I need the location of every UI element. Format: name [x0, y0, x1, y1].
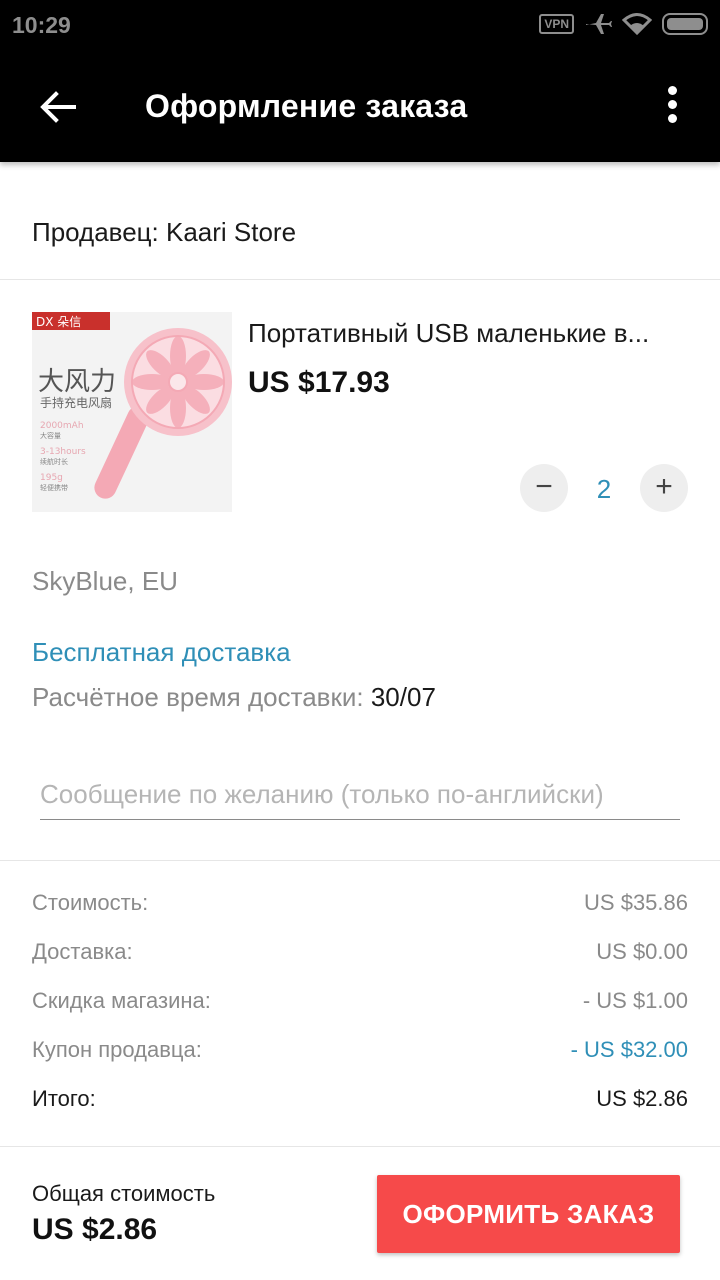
summary-coupon-label: Купон продавца: [32, 1037, 202, 1062]
back-button[interactable] [36, 85, 80, 129]
summary-row-coupon[interactable]: Купон продавца: - US $32.00 [32, 1037, 688, 1063]
image-spec3: 195g [40, 473, 63, 483]
image-spec1: 2000mAh [40, 421, 84, 431]
seller-message-input[interactable] [40, 770, 680, 820]
summary-row-store-discount: Скидка магазина: - US $1.00 [32, 988, 688, 1014]
summary-total-value: US $2.86 [596, 1086, 688, 1111]
page-title: Оформление заказа [145, 88, 468, 124]
delivery-estimate-label: Расчётное время доставки: [32, 682, 371, 712]
summary-cost-value: US $35.86 [584, 890, 688, 915]
more-vertical-icon [667, 86, 677, 95]
image-spec2: 3-13hours [40, 447, 86, 457]
summary-coupon-value[interactable]: - US $32.00 [571, 1037, 688, 1063]
summary-total-label: Итого: [32, 1086, 96, 1111]
quantity-increase-button[interactable]: + [640, 464, 688, 512]
brand-logo-text: DX 朵信 [36, 315, 81, 329]
summary-row-cost: Стоимость: US $35.86 [32, 890, 688, 916]
footer-total-label: Общая стоимость [32, 1181, 216, 1206]
status-bar: 10:29 VPN [0, 0, 720, 52]
summary-cost-label: Стоимость: [32, 890, 149, 915]
image-subtitle-text: 手持充电风扇 [40, 395, 112, 410]
summary-row-delivery: Доставка: US $0.00 [32, 939, 688, 965]
summary-store-discount-value: - US $1.00 [582, 988, 688, 1013]
svg-text:续航时长: 续航时长 [40, 457, 68, 466]
shipping-method-link[interactable]: Бесплатная доставка [32, 637, 291, 668]
product-name[interactable]: Портативный USB маленькие в... [248, 318, 688, 349]
quantity-decrease-button[interactable]: − [520, 464, 568, 512]
divider [0, 279, 720, 280]
app-bar: Оформление заказа [0, 52, 720, 162]
product-image[interactable]: DX 朵信 大风力 手持充电风扇 2000mAh 大容量 3-13hours 续… [32, 312, 232, 512]
summary-row-total: Итого: US $2.86 [32, 1086, 688, 1112]
product-price: US $17.93 [248, 366, 390, 399]
vpn-icon: VPN [539, 14, 574, 34]
summary-store-discount-label: Скидка магазина: [32, 988, 211, 1013]
airplane-icon [586, 14, 612, 34]
svg-text:大容量: 大容量 [40, 431, 61, 440]
delivery-estimate: Расчётное время доставки: 30/07 [32, 682, 436, 713]
svg-text:轻便携带: 轻便携带 [40, 483, 68, 492]
status-time: 10:29 [12, 12, 71, 38]
place-order-button[interactable]: ОФОРМИТЬ ЗАКАЗ [377, 1175, 680, 1253]
fan-product-picture: DX 朵信 大风力 手持充电风扇 2000mAh 大容量 3-13hours 续… [32, 312, 232, 512]
delivery-estimate-date: 30/07 [370, 682, 436, 712]
product-variant: SkyBlue, EU [32, 566, 178, 596]
summary-delivery-label: Доставка: [32, 939, 133, 964]
image-title-text: 大风力 [38, 367, 116, 397]
status-icons: VPN [539, 12, 708, 36]
summary-delivery-value: US $0.00 [596, 939, 688, 964]
quantity-value: 2 [596, 474, 612, 504]
checkout-footer: Общая стоимость US $2.86 ОФОРМИТЬ ЗАКАЗ [0, 1146, 720, 1280]
battery-icon [662, 13, 708, 35]
wifi-icon [622, 13, 652, 36]
footer-total-value: US $2.86 [32, 1213, 158, 1246]
arrow-left-icon [40, 91, 76, 123]
seller-name[interactable]: Продавец: Kaari Store [32, 217, 296, 248]
more-menu-button[interactable] [660, 86, 684, 130]
divider [0, 860, 720, 861]
